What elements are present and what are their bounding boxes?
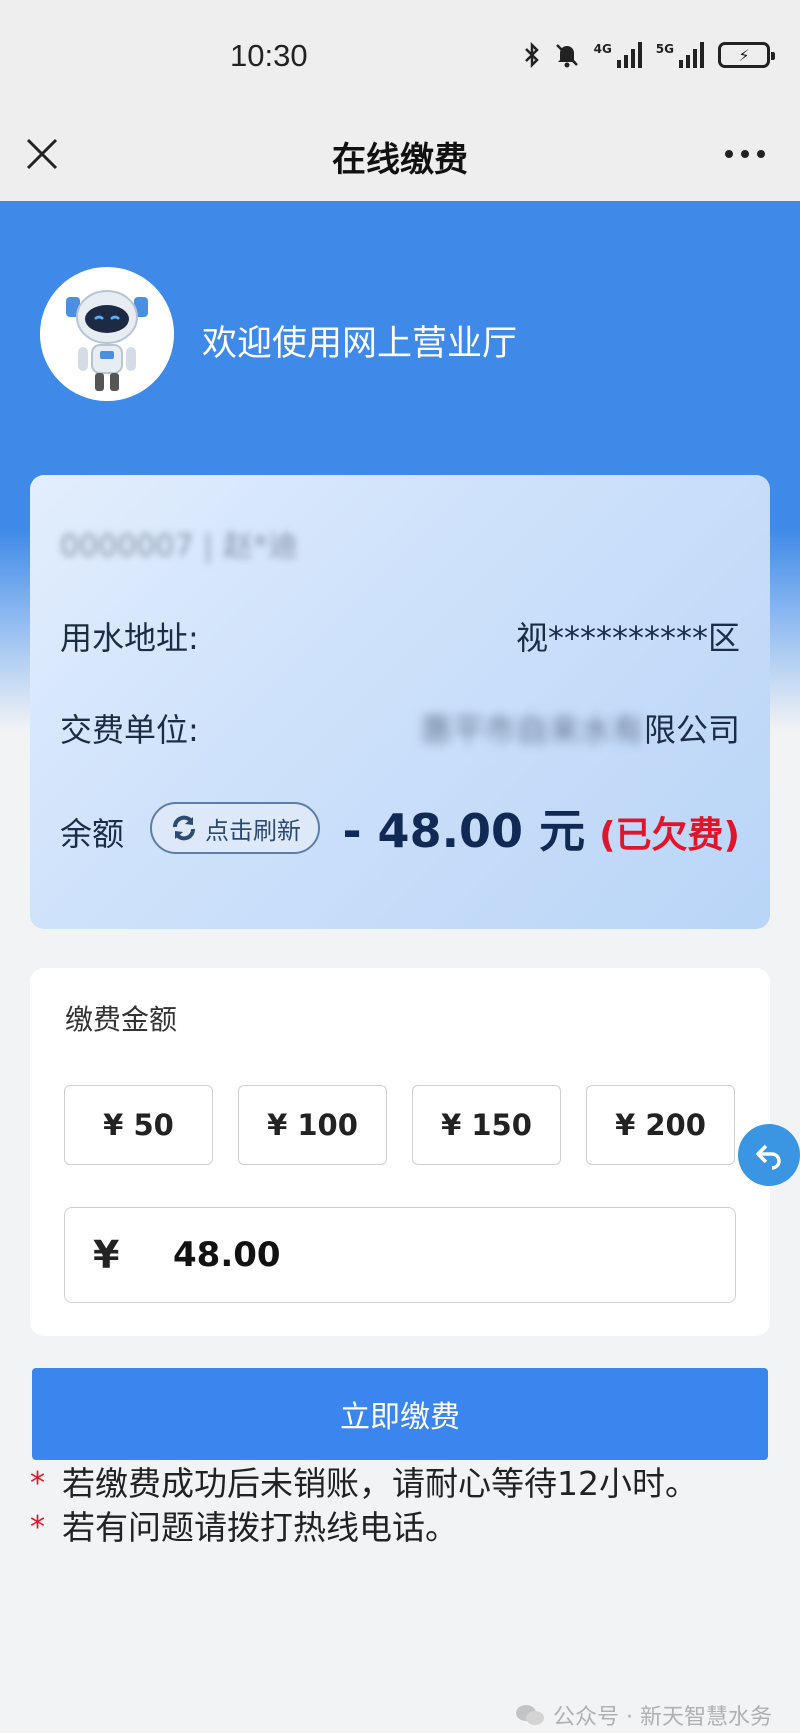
balance-label: 余额 <box>60 815 125 853</box>
amount-options: ¥ 50 ¥ 100 ¥ 150 ¥ 200 <box>64 1085 735 1165</box>
note-text: 若缴费成功后未销账，请耐心等待12小时。 <box>62 1464 698 1503</box>
balance-status: (已欠费) <box>599 815 740 856</box>
battery-charging-icon: ⚡ <box>718 42 775 68</box>
refresh-icon <box>173 815 195 841</box>
more-icon[interactable] <box>725 150 765 158</box>
address-label: 用水地址: <box>60 619 199 657</box>
payment-card: 缴费金额 ¥ 50 ¥ 100 ¥ 150 ¥ 200 ¥ 48.00 <box>30 968 770 1336</box>
account-card: 0000007 | 赵*迪 用水地址: 视**********区 交费单位: 惠… <box>30 475 770 929</box>
pay-now-button[interactable]: 立即缴费 <box>32 1368 768 1460</box>
nav-bar: 在线缴费 <box>0 118 800 201</box>
amount-option-200[interactable]: ¥ 200 <box>586 1085 735 1165</box>
status-time: 10:30 <box>230 38 308 73</box>
amount-option-100[interactable]: ¥ 100 <box>238 1085 387 1165</box>
watermark: 公众号 · 新天智慧水务 <box>515 1699 772 1731</box>
wechat-icon <box>516 1705 545 1725</box>
signal-4g-icon: 4G <box>594 42 642 68</box>
unit-value-redacted: 惠平市自来水有 <box>419 711 644 749</box>
amount-option-150[interactable]: ¥ 150 <box>412 1085 561 1165</box>
return-arrow-icon <box>756 1144 781 1170</box>
unit-value: 惠平市自来水有限公司 <box>420 705 740 751</box>
unit-value-suffix: 限公司 <box>643 711 740 749</box>
status-bar: 10:30 4G 5G ⚡ <box>0 0 800 118</box>
payment-title: 缴费金额 <box>65 1003 178 1036</box>
back-float-button[interactable] <box>738 1124 800 1186</box>
watermark-text: 公众号 · 新天智慧水务 <box>553 1705 772 1730</box>
signal-5g-icon: 5G <box>656 42 704 68</box>
bell-muted-icon <box>555 44 578 68</box>
account-id: 0000007 | 赵*迪 <box>60 529 298 564</box>
balance: - 48.00 元 (已欠费) <box>342 795 740 861</box>
status-icons: 4G 5G ⚡ <box>524 42 775 68</box>
currency-symbol: ¥ <box>93 1233 120 1277</box>
page-title: 在线缴费 <box>332 140 468 180</box>
robot-avatar <box>40 267 174 401</box>
balance-amount: - 48.00 元 <box>342 804 586 858</box>
refresh-label: 点击刷新 <box>205 816 301 845</box>
amount-input[interactable]: ¥ 48.00 <box>64 1207 736 1303</box>
welcome-text: 欢迎使用网上营业厅 <box>202 324 518 364</box>
amount-option-50[interactable]: ¥ 50 <box>64 1085 213 1165</box>
unit-label: 交费单位: <box>60 711 199 749</box>
notes: * 若缴费成功后未销账，请耐心等待12小时。 * 若有问题请拨打热线电话。 <box>30 1462 698 1550</box>
note-text: 若有问题请拨打热线电话。 <box>62 1508 458 1547</box>
bluetooth-icon <box>524 42 539 68</box>
note-marker: * <box>30 1510 45 1545</box>
amount-value[interactable]: 48.00 <box>173 1235 281 1275</box>
address-value: 视**********区 <box>515 619 740 657</box>
note-item: * 若缴费成功后未销账，请耐心等待12小时。 <box>30 1462 698 1506</box>
refresh-button[interactable]: 点击刷新 <box>150 802 320 854</box>
note-item: * 若有问题请拨打热线电话。 <box>30 1506 698 1550</box>
note-marker: * <box>30 1466 45 1501</box>
robot-icon <box>40 267 174 401</box>
